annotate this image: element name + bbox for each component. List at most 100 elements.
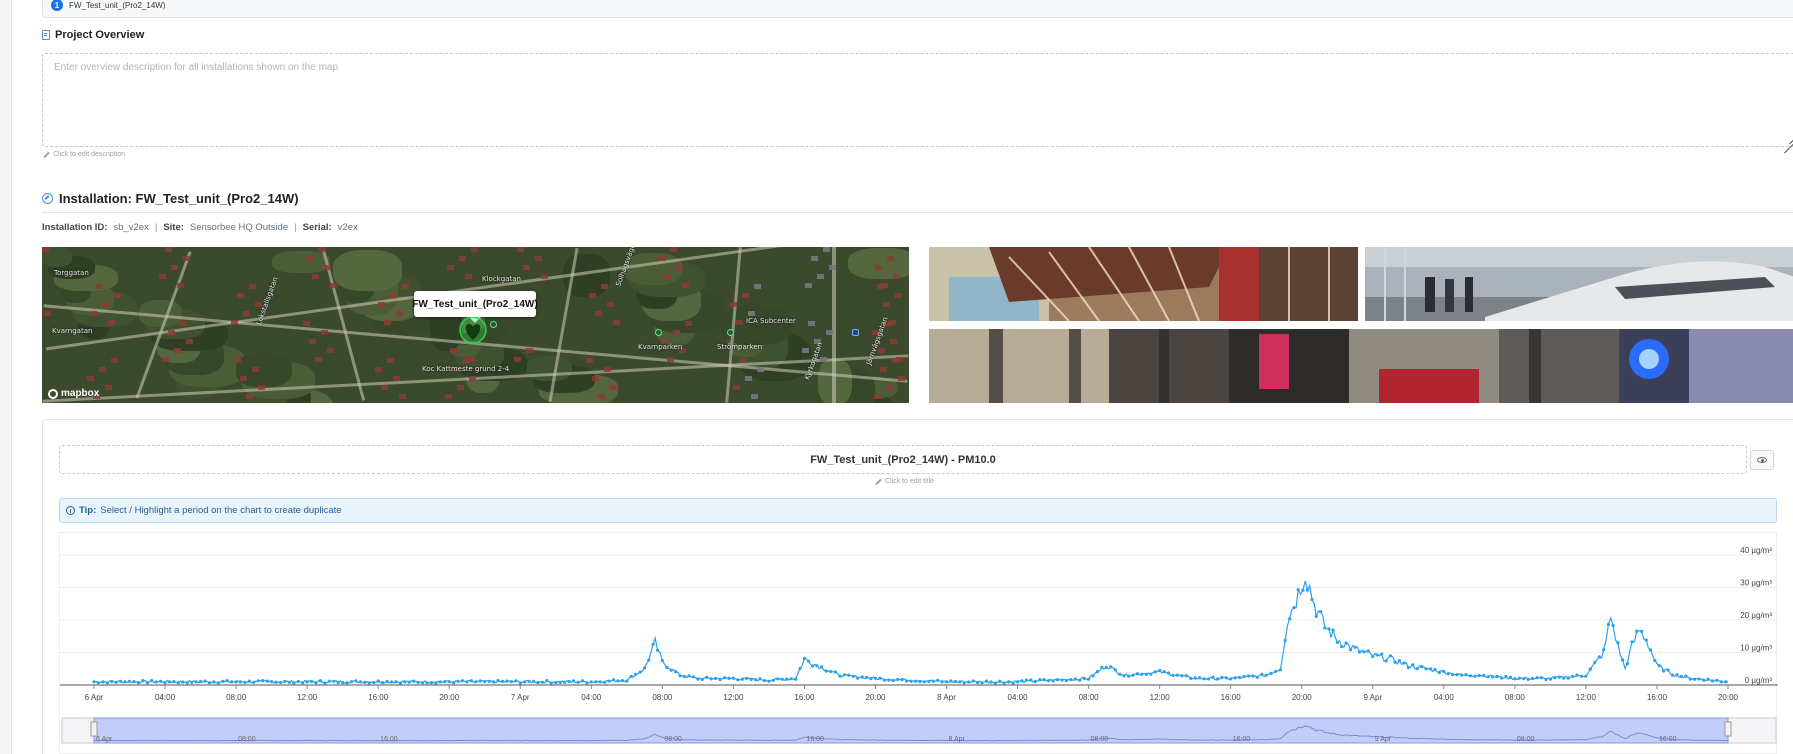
data-point [1593, 660, 1597, 664]
map-building [742, 293, 749, 298]
park-poi-icon[interactable] [490, 321, 497, 328]
map-building [240, 376, 247, 381]
installation-chip[interactable]: 1 FW_Test_unit_(Pro2_14W) [51, 0, 165, 11]
map-building [378, 302, 385, 307]
data-point [1535, 676, 1539, 680]
installation-chip-number: 1 [51, 0, 63, 11]
data-point [1215, 677, 1219, 681]
park-poi-icon[interactable] [727, 329, 734, 336]
data-point [905, 679, 909, 683]
mapbox-logo[interactable]: mapbox [48, 388, 99, 399]
map-building [102, 302, 109, 307]
chart-title[interactable]: FW_Test_unit_(Pro2_14W) - PM10.0 [59, 445, 1747, 474]
data-point [176, 681, 180, 685]
data-point [1323, 626, 1327, 630]
data-point [589, 680, 593, 684]
data-point [1327, 627, 1331, 631]
x-tick-label: 12:00 [723, 693, 744, 702]
navigator-tick-label: 08:00 [1091, 736, 1109, 743]
installation-map[interactable]: Torggatan Kvarngatan Lokstallsgatan Solhags… [42, 247, 909, 403]
data-point [1384, 659, 1388, 663]
data-point [372, 680, 376, 685]
data-point [687, 674, 691, 678]
navigator-handle-left[interactable] [90, 721, 98, 737]
data-point [718, 677, 722, 682]
data-point [1349, 648, 1353, 652]
map-building [607, 302, 614, 307]
data-point [141, 679, 145, 683]
overview-edit-hint[interactable]: Click to edit description [43, 151, 125, 158]
map-building [402, 284, 409, 289]
installation-heading: Installation: FW_Test_unit_(Pro2_14W) [42, 191, 299, 206]
data-point [651, 642, 655, 646]
data-point [794, 677, 798, 681]
data-point [576, 680, 580, 684]
x-tick-label: 16:00 [368, 693, 389, 702]
document-icon [42, 30, 50, 40]
data-point [554, 681, 558, 685]
y-tick-label: 10 µg/m³ [1740, 644, 1772, 653]
data-point [500, 679, 505, 683]
x-tick-label: 12:00 [1150, 693, 1171, 702]
mapbox-text: mapbox [61, 388, 100, 399]
map-label: Strömparken [717, 343, 763, 351]
data-point [540, 680, 545, 684]
data-point [381, 681, 385, 685]
toggle-visibility-button[interactable] [1750, 450, 1774, 470]
chart-svg[interactable]: 40 µg/m³ 30 µg/m³ 20 µg/m³ 10 µg/m³ 0 µg/m³ 6… [60, 533, 1778, 754]
data-point [1468, 674, 1473, 678]
installation-photo-1[interactable] [929, 247, 1358, 321]
data-point [865, 675, 869, 679]
data-point [1264, 673, 1268, 677]
map-building [802, 348, 809, 353]
installation-photo-2[interactable] [1365, 247, 1793, 321]
data-point [105, 681, 109, 685]
chart-title-edit-hint[interactable]: Click to edit title [875, 478, 934, 485]
data-point [998, 679, 1002, 683]
overview-edit-hint-text: Click to edit description [53, 151, 125, 158]
data-point [745, 676, 749, 680]
x-tick-label: 08:00 [1079, 693, 1100, 702]
x-tick-label: 20:00 [865, 693, 886, 702]
map-building [811, 256, 818, 261]
resize-handle-icon[interactable] [1783, 131, 1793, 143]
data-point [514, 679, 518, 683]
map-building [887, 256, 894, 261]
data-point [571, 679, 576, 683]
overview-description-textarea[interactable]: Enter overview description for all insta… [42, 53, 1793, 147]
data-point [505, 679, 509, 683]
data-point [634, 672, 638, 676]
map-label: Klockgatan [482, 275, 521, 283]
transit-poi-icon[interactable] [852, 329, 859, 336]
pm10-chart[interactable]: 40 µg/m³ 30 µg/m³ 20 µg/m³ 10 µg/m³ 0 µg/m³ 6… [59, 532, 1778, 754]
data-point [287, 680, 291, 684]
data-point [829, 670, 833, 674]
park-poi-icon[interactable] [655, 329, 662, 336]
data-point [616, 679, 620, 683]
data-point [301, 681, 305, 685]
data-point [847, 673, 851, 677]
installation-photo-3[interactable] [929, 329, 1793, 403]
map-building [312, 274, 319, 279]
data-point [460, 679, 465, 683]
data-point [296, 679, 300, 684]
data-point [252, 680, 256, 684]
data-point [1184, 674, 1188, 678]
data-point [984, 679, 989, 683]
navigator-tick-label: 8 Apr [949, 736, 966, 743]
data-point [1002, 681, 1006, 685]
data-point [1640, 629, 1644, 633]
data-point [483, 680, 487, 684]
data-point [127, 679, 132, 683]
map-marker-icon[interactable] [458, 317, 488, 345]
data-point [278, 680, 283, 685]
data-point [136, 681, 140, 685]
map-building [823, 247, 830, 252]
data-point [1153, 670, 1157, 674]
data-point [927, 679, 931, 683]
data-point [660, 658, 664, 663]
data-point [1491, 675, 1495, 679]
data-point [563, 680, 567, 684]
map-building [877, 284, 884, 289]
navigator-handle-right[interactable] [1724, 721, 1732, 737]
